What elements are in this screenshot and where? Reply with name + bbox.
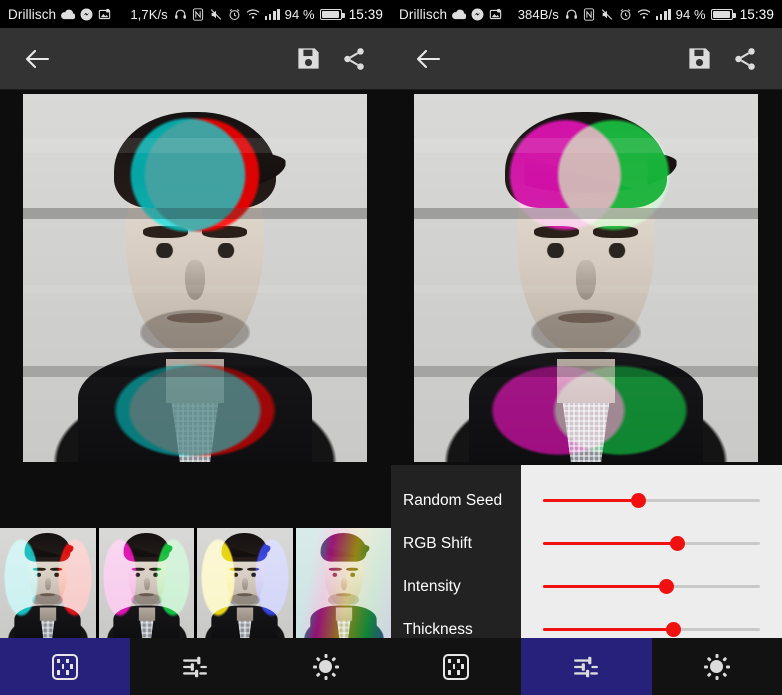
messenger-icon — [471, 8, 484, 21]
network-speed-label: 384B/s — [517, 6, 559, 22]
battery-icon — [319, 8, 345, 20]
carrier-label: Drillisch — [8, 6, 57, 22]
headset-icon — [565, 8, 578, 21]
status-bar: Drillisch 1,7K/s 94 % 15:39 — [0, 0, 391, 28]
adjust-slider-panel[interactable]: Random Seed RGB Shift Intensity Thicknes… — [391, 465, 782, 638]
preview-image-left[interactable] — [23, 94, 367, 462]
signal-icon — [655, 8, 671, 20]
app-toolbar — [391, 28, 782, 90]
wifi-icon — [246, 8, 260, 20]
phone-screen-left: Drillisch 1,7K/s 94 % 15:39 — [0, 0, 391, 695]
tab-presets[interactable] — [0, 638, 131, 695]
slider-labels-column: Random Seed RGB Shift Intensity Thicknes… — [391, 465, 521, 638]
preset-thumbnail-strip[interactable] — [0, 528, 391, 638]
alarm-icon — [619, 8, 632, 21]
battery-icon — [710, 8, 736, 20]
cloud-icon — [452, 9, 467, 20]
slider-label: RGB Shift — [403, 534, 472, 552]
nfc-icon — [583, 7, 595, 21]
save-button[interactable] — [285, 36, 331, 82]
app-toolbar — [0, 28, 391, 90]
back-button[interactable] — [405, 36, 451, 82]
share-button[interactable] — [331, 36, 377, 82]
grid-pattern-icon — [443, 653, 470, 680]
clock-label: 15:39 — [739, 6, 774, 22]
cyan-channel-layer — [23, 94, 360, 462]
alarm-icon — [228, 8, 241, 21]
status-bar: Drillisch 384B/s 94 % 15:39 — [391, 0, 782, 28]
list-item[interactable] — [295, 528, 391, 638]
bottom-nav-bar[interactable] — [0, 638, 391, 695]
clock-label: 15:39 — [348, 6, 383, 22]
mute-icon — [600, 8, 614, 21]
dual-screenshot: Drillisch 1,7K/s 94 % 15:39 Drillisch 38… — [0, 0, 782, 695]
green-channel-layer — [414, 94, 758, 462]
wifi-icon — [637, 8, 651, 20]
slider-controls-column[interactable] — [521, 465, 782, 638]
sliders-icon — [574, 656, 599, 677]
tab-adjust[interactable] — [130, 638, 260, 695]
slider-label-row: Intensity — [403, 565, 521, 608]
network-speed-label: 1,7K/s — [130, 6, 168, 22]
photo-sync-icon — [489, 8, 502, 21]
slider-label: Thickness — [403, 620, 473, 638]
sun-icon — [703, 653, 731, 681]
list-item[interactable] — [98, 528, 194, 638]
list-item[interactable] — [0, 528, 96, 638]
mute-icon — [209, 8, 223, 21]
slider-intensity[interactable] — [543, 579, 760, 594]
slider-label: Intensity — [403, 577, 461, 595]
list-item[interactable] — [197, 528, 293, 638]
sun-icon — [312, 653, 340, 681]
messenger-icon — [80, 8, 93, 21]
share-button[interactable] — [722, 36, 768, 82]
save-button[interactable] — [676, 36, 722, 82]
slider-label-row: Random Seed — [403, 479, 521, 522]
grid-pattern-icon — [52, 653, 79, 680]
battery-percent-label: 94 % — [675, 6, 706, 22]
signal-icon — [264, 8, 280, 20]
battery-percent-label: 94 % — [284, 6, 315, 22]
headset-icon — [174, 8, 187, 21]
preview-image-right[interactable] — [414, 94, 758, 462]
back-button[interactable] — [14, 36, 60, 82]
slider-label: Random Seed — [403, 491, 503, 509]
photo-sync-icon — [98, 8, 111, 21]
tab-brightness[interactable] — [261, 638, 391, 695]
sliders-icon — [183, 656, 208, 677]
cloud-icon — [61, 9, 76, 20]
slider-label-row: Thickness — [403, 608, 521, 651]
slider-thickness[interactable] — [543, 622, 760, 637]
slider-label-row: RGB Shift — [403, 522, 521, 565]
carrier-label: Drillisch — [399, 6, 448, 22]
slider-rgb-shift[interactable] — [543, 536, 760, 551]
slider-random-seed[interactable] — [543, 493, 760, 508]
phone-screen-right: Drillisch 384B/s 94 % 15:39 Random Seed … — [391, 0, 782, 695]
nfc-icon — [192, 7, 204, 21]
